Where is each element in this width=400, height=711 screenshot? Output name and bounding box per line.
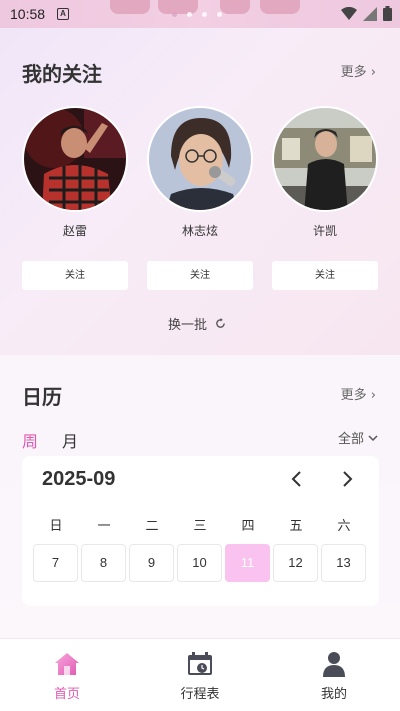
nav-home[interactable]: 首页 <box>27 649 107 702</box>
calendar-schedule-icon <box>188 652 212 675</box>
date-cell[interactable]: 8 <box>81 544 126 582</box>
artist-avatar[interactable] <box>147 106 253 212</box>
filter-label: 全部 <box>337 432 364 447</box>
nav-profile-label: 我的 <box>320 687 347 702</box>
weekday-label: 日 <box>49 519 63 534</box>
chevron-right-icon: › <box>370 388 376 403</box>
weekday-label: 四 <box>241 519 255 534</box>
signal-icon <box>363 6 377 21</box>
bottom-navigation: 首页 行程表 我的 <box>0 638 400 711</box>
weekday-label: 三 <box>193 519 207 534</box>
battery-icon <box>383 6 392 21</box>
calendar-title: 日历 <box>22 385 62 409</box>
nav-schedule-label: 行程表 <box>180 687 220 702</box>
weekday-label: 二 <box>145 519 159 534</box>
calendar-more-link[interactable]: 更多 › <box>341 384 376 403</box>
previous-week-button[interactable] <box>288 468 306 490</box>
date-cell-selected[interactable]: 11 <box>225 544 270 582</box>
tab-week[interactable]: 周 <box>22 428 38 452</box>
wifi-icon <box>341 6 357 20</box>
following-section: 我的关注 更多 › 赵雷 关注 林志炫 关注 许凯 关注 换一批 <box>0 28 400 355</box>
weekday-label: 六 <box>337 519 351 534</box>
next-week-button[interactable] <box>338 468 356 490</box>
following-more-label: 更多 <box>340 65 367 80</box>
following-more-link[interactable]: 更多 › <box>341 61 376 80</box>
following-title: 我的关注 <box>22 62 102 86</box>
tab-month[interactable]: 月 <box>62 428 78 452</box>
chevron-down-icon <box>368 434 378 441</box>
refresh-label: 换一批 <box>168 318 208 333</box>
nav-profile[interactable]: 我的 <box>294 649 374 702</box>
app-notification-icon: A <box>57 8 70 20</box>
page-indicator <box>172 12 222 17</box>
date-cell[interactable]: 13 <box>321 544 366 582</box>
artist-avatar[interactable] <box>272 106 378 212</box>
status-icons <box>341 6 392 21</box>
calendar-more-label: 更多 <box>340 388 367 403</box>
calendar-card: 2025-09 日 一 二 三 四 五 六 7 8 9 10 11 12 13 <box>22 456 379 606</box>
follow-button[interactable]: 关注 <box>22 261 128 290</box>
artist-photo-icon <box>274 108 376 210</box>
user-icon <box>323 652 345 677</box>
artist-name: 赵雷 <box>62 224 87 238</box>
current-month-label: 2025-09 <box>42 468 116 490</box>
follow-button[interactable]: 关注 <box>272 261 378 290</box>
nav-schedule[interactable]: 行程表 <box>160 649 240 702</box>
chevron-right-icon: › <box>370 65 376 80</box>
artist-photo-icon <box>24 108 126 210</box>
date-cell[interactable]: 10 <box>177 544 222 582</box>
artist-card[interactable]: 许凯 <box>272 106 378 239</box>
weekday-label: 五 <box>289 519 303 534</box>
refresh-icon <box>216 318 225 328</box>
nav-home-label: 首页 <box>53 687 80 702</box>
date-cell[interactable]: 12 <box>273 544 318 582</box>
status-bar: 10:58 A <box>0 0 400 28</box>
artist-card[interactable]: 赵雷 <box>22 106 128 239</box>
calendar-filter-dropdown[interactable]: 全部 <box>338 428 378 447</box>
home-icon <box>55 653 79 675</box>
artist-name: 林志炫 <box>181 224 218 238</box>
artist-name: 许凯 <box>312 224 337 238</box>
refresh-batch-button[interactable]: 换一批 <box>168 314 226 333</box>
weekday-label: 一 <box>97 519 111 534</box>
date-cell[interactable]: 7 <box>33 544 78 582</box>
artist-card[interactable]: 林志炫 <box>147 106 253 239</box>
artist-avatar[interactable] <box>22 106 128 212</box>
calendar-section: 日历 更多 › 周 月 全部 2025-09 日 一 二 三 四 五 六 7 8 9 10 11 12… <box>0 355 400 638</box>
date-cell[interactable]: 9 <box>129 544 174 582</box>
follow-button[interactable]: 关注 <box>147 261 253 290</box>
status-time: 10:58 <box>10 6 46 22</box>
artist-photo-icon <box>149 108 251 210</box>
